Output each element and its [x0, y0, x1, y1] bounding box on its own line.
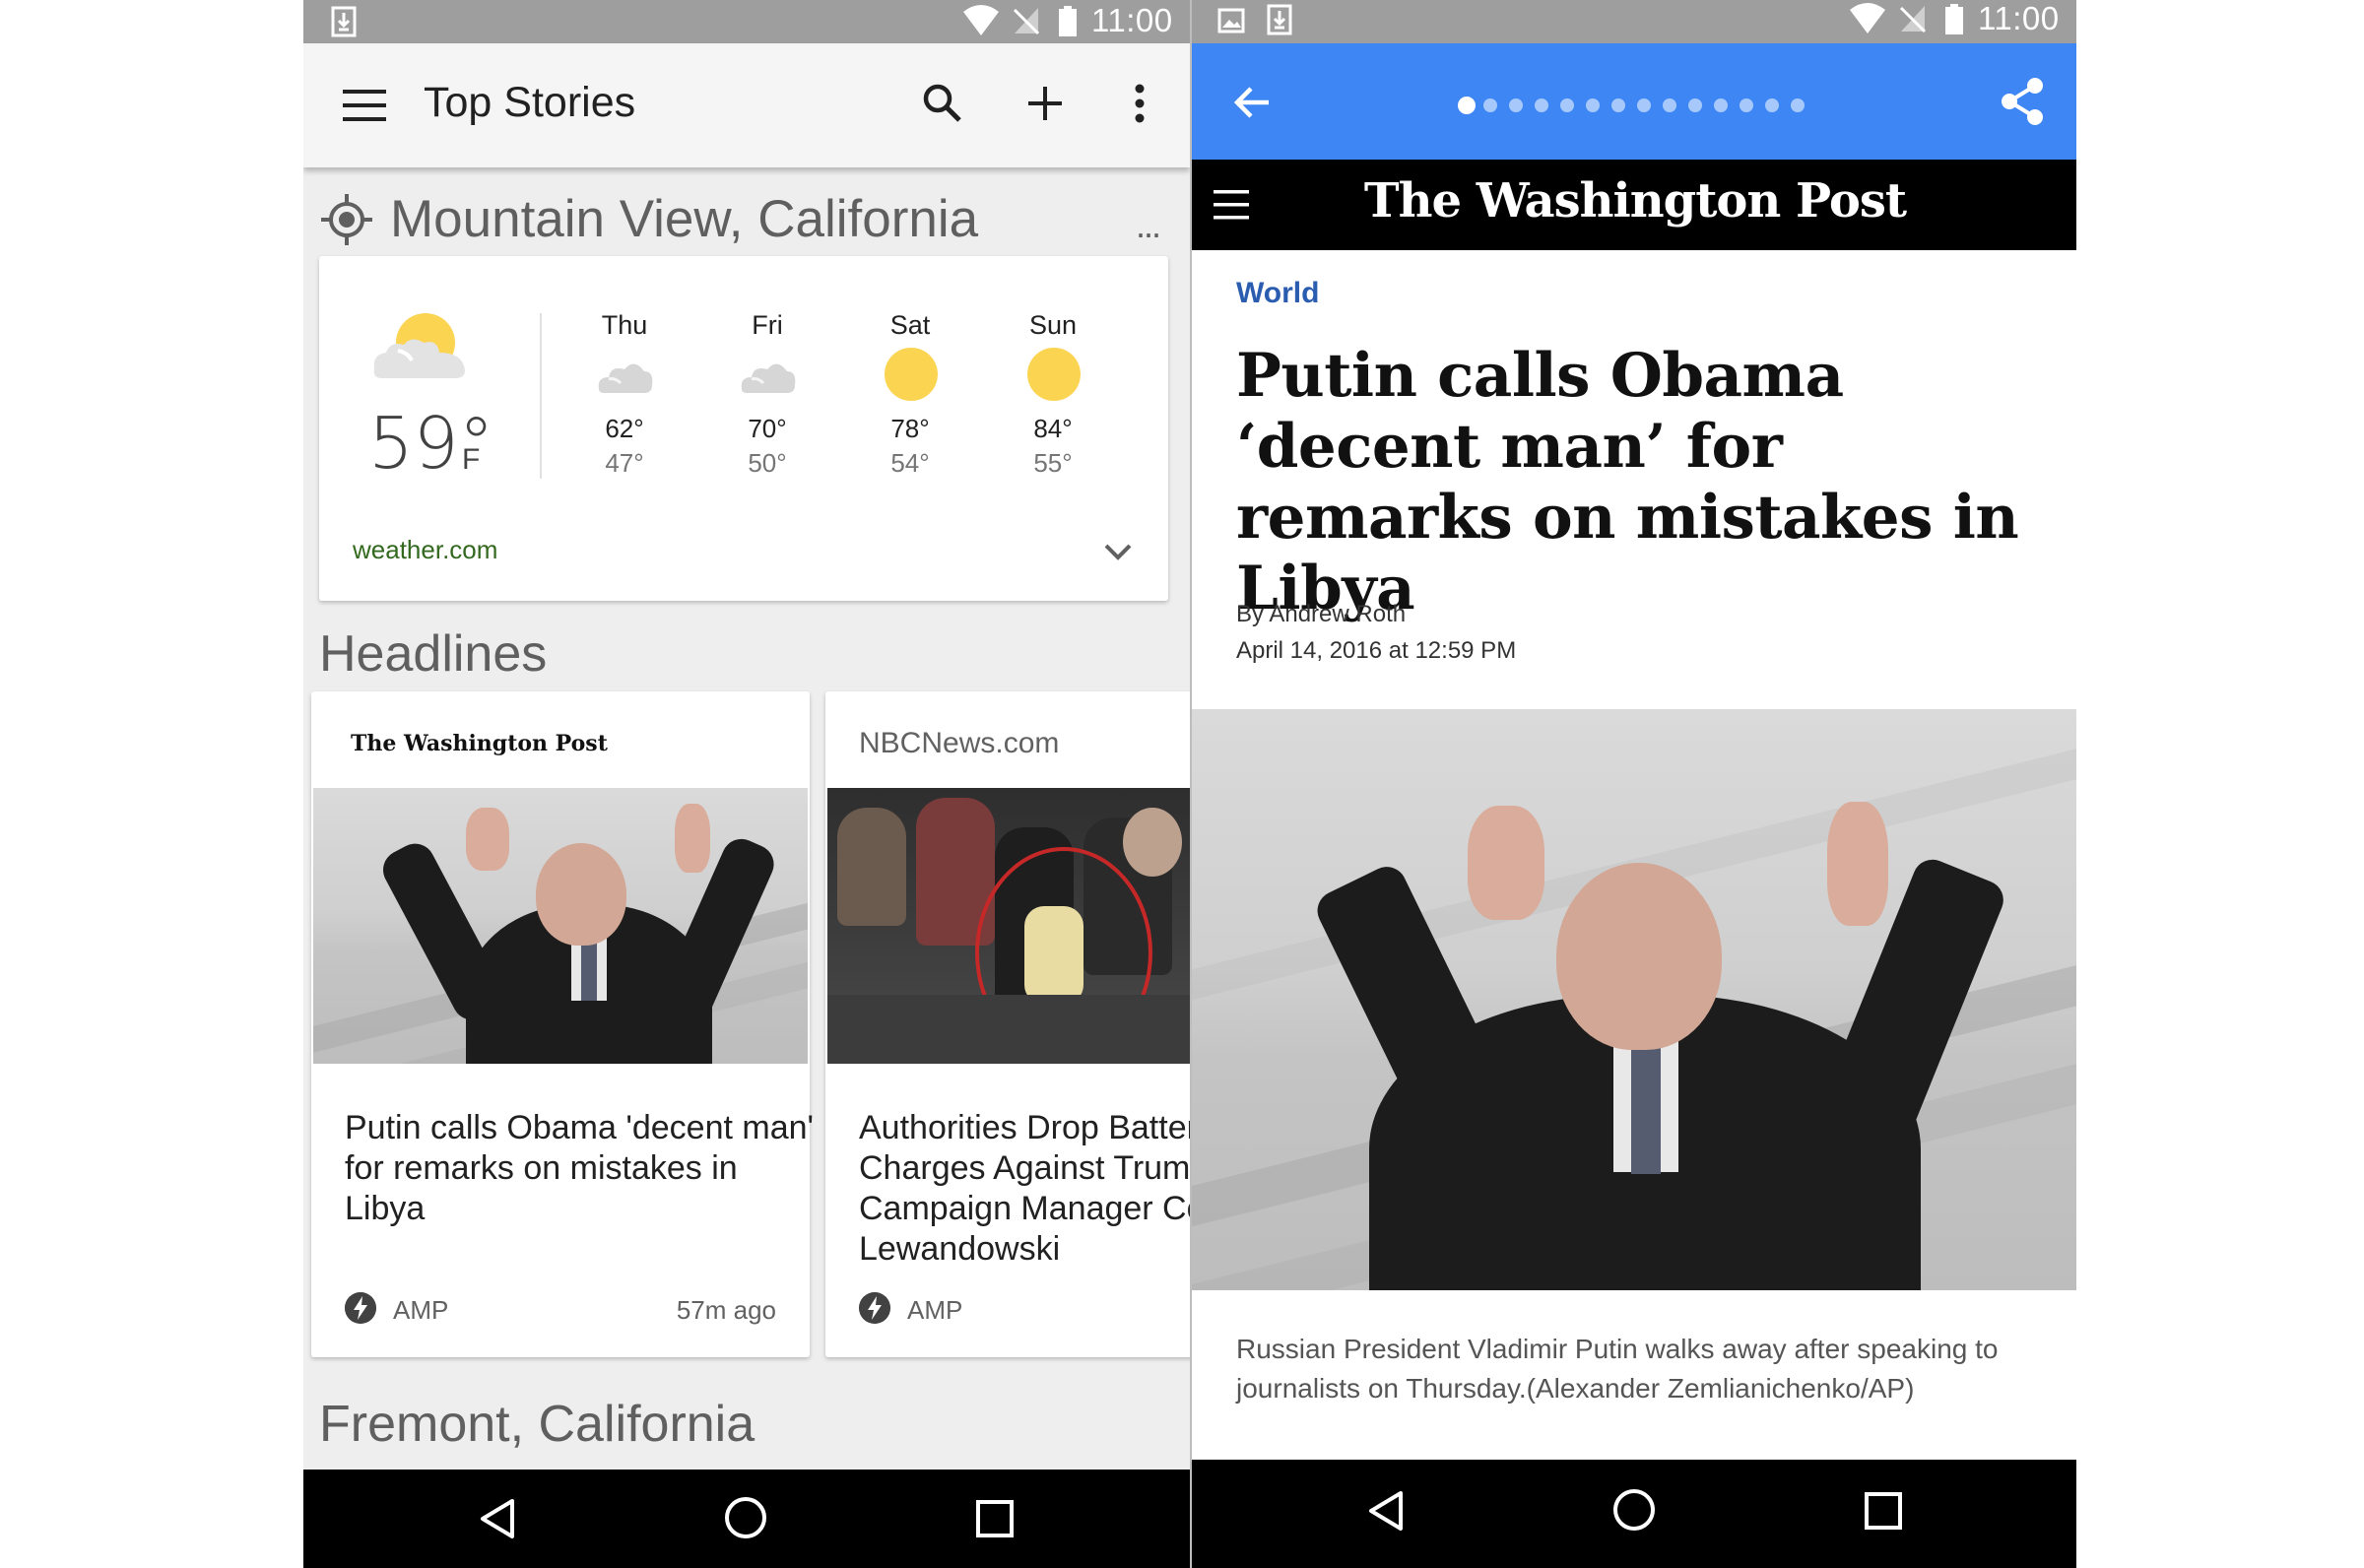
- article-headline: Putin calls Obama ‘decent man’ for remar…: [1236, 341, 2019, 623]
- forecast-day: Thu 62° 47°: [570, 310, 679, 478]
- forecast-high: 62°: [605, 414, 644, 443]
- back-nav-icon[interactable]: [1365, 1489, 1405, 1533]
- article-section[interactable]: World: [1236, 277, 1319, 310]
- headlines-heading: Headlines: [319, 625, 548, 683]
- forecast-low: 55°: [1033, 448, 1073, 478]
- forecast-day-name: Sat: [889, 310, 931, 340]
- app-bar: Top Stories: [303, 43, 1190, 167]
- system-nav-bar: [303, 1470, 1190, 1568]
- page-indicator-dot: [1483, 98, 1497, 112]
- overflow-menu-icon[interactable]: [1134, 83, 1146, 124]
- forecast-high: 84°: [1033, 414, 1073, 443]
- page-indicator-dot: [1714, 98, 1728, 112]
- page-indicator-dot: [1663, 98, 1676, 112]
- page-indicator-dot: [1688, 98, 1702, 112]
- my-location-icon: [321, 194, 372, 245]
- story-title[interactable]: Putin calls Obama 'decent man' for remar…: [345, 1108, 818, 1229]
- page-indicator-dot: [1458, 97, 1476, 114]
- location-more-button[interactable]: ...: [1136, 205, 1161, 246]
- amp-lightning-icon: [345, 1292, 376, 1324]
- story-card[interactable]: NBCNews.com Authorities Drop Battery Cha…: [825, 691, 1190, 1357]
- recents-nav-icon[interactable]: [975, 1499, 1015, 1538]
- status-bar: 11:00: [303, 0, 1190, 43]
- system-nav-bar: [1192, 1460, 2076, 1568]
- forecast-high: 78°: [890, 414, 930, 443]
- amp-lightning-icon: [859, 1292, 890, 1324]
- forecast-low: 54°: [890, 448, 930, 478]
- amp-viewer-bar: [1192, 43, 2076, 160]
- page-indicator: [1192, 0, 2076, 160]
- menu-icon[interactable]: [343, 88, 386, 123]
- story-photo: [313, 788, 808, 1064]
- chevron-down-icon[interactable]: [1103, 542, 1133, 561]
- forecast-low: 50°: [748, 448, 787, 478]
- share-icon[interactable]: [2000, 77, 2045, 126]
- page-indicator-dot: [1740, 98, 1753, 112]
- masthead-bar: The Washington Post: [1192, 160, 2076, 250]
- battery-icon: [1059, 6, 1077, 36]
- page-indicator-dot: [1765, 98, 1779, 112]
- article-date: April 14, 2016 at 12:59 PM: [1236, 637, 1517, 664]
- weather-divider: [540, 313, 542, 479]
- weather-source-link[interactable]: weather.com: [353, 535, 497, 565]
- forecast-day: Fri 70° 50°: [713, 310, 821, 478]
- amp-badge: AMP: [907, 1295, 963, 1325]
- wifi-icon: [963, 5, 999, 35]
- status-time: 11:00: [1091, 2, 1173, 38]
- home-nav-icon[interactable]: [723, 1495, 768, 1540]
- app-bar-title: Top Stories: [424, 79, 636, 126]
- add-icon[interactable]: [1026, 85, 1064, 122]
- sunny-icon: [881, 348, 940, 401]
- right-phone-screen: 11:00 The Washington Post World Putin ca…: [1190, 0, 2076, 1568]
- sunny-icon: [1023, 348, 1083, 401]
- partly-cloudy-icon: [373, 313, 465, 378]
- page-indicator-dot: [1586, 98, 1600, 112]
- photo-caption: Russian President Vladimir Putin walks a…: [1236, 1334, 1999, 1404]
- page-indicator-dot: [1509, 98, 1523, 112]
- forecast-day-name: Sun: [1028, 310, 1078, 340]
- home-nav-icon[interactable]: [1611, 1487, 1657, 1533]
- article-byline: By Andrew Roth: [1236, 601, 1407, 627]
- washington-post-logo: The Washington Post: [1363, 173, 1907, 229]
- forecast-high: 70°: [748, 414, 787, 443]
- location-title: Mountain View, California: [390, 190, 979, 248]
- article-photo: [1192, 709, 2076, 1290]
- page-indicator-dot: [1791, 98, 1805, 112]
- forecast-day-name: Thu: [601, 310, 648, 340]
- story-time: 57m ago: [676, 1295, 776, 1325]
- story-card[interactable]: The Washington Post Putin calls Obama 'd…: [311, 691, 814, 1357]
- page-indicator-dot: [1637, 98, 1651, 112]
- cloudy-icon: [741, 363, 796, 393]
- story-source-logo: The Washington Post: [351, 731, 608, 756]
- page-indicator-dot: [1535, 98, 1548, 112]
- back-nav-icon[interactable]: [477, 1497, 516, 1540]
- search-icon[interactable]: [922, 83, 963, 124]
- page-indicator-dot: [1560, 98, 1574, 112]
- forecast-day: Sat 78° 54°: [856, 310, 964, 478]
- recents-nav-icon[interactable]: [1864, 1491, 1903, 1531]
- no-signal-icon: [1013, 8, 1040, 35]
- next-location-heading: Fremont, California: [319, 1396, 755, 1453]
- left-phone-screen: 11:00 Top Stories Mountain View, Califor…: [303, 0, 1190, 1568]
- story-photo: [827, 788, 1190, 1064]
- forecast-day: Sun 84° 55°: [999, 310, 1107, 478]
- cloudy-icon: [598, 363, 653, 393]
- story-title[interactable]: Authorities Drop Battery Charges Against…: [859, 1108, 1190, 1270]
- forecast-low: 47°: [605, 448, 644, 478]
- amp-badge: AMP: [393, 1295, 449, 1325]
- temperature-unit: F: [462, 443, 481, 476]
- forecast-day-name: Fri: [752, 310, 783, 340]
- story-source: NBCNews.com: [859, 727, 1060, 759]
- weather-card[interactable]: 59° F Thu 62° 47° Fri 70° 50° Sat 78° 54…: [319, 256, 1168, 601]
- download-notification-icon: [331, 6, 357, 37]
- page-indicator-dot: [1611, 98, 1625, 112]
